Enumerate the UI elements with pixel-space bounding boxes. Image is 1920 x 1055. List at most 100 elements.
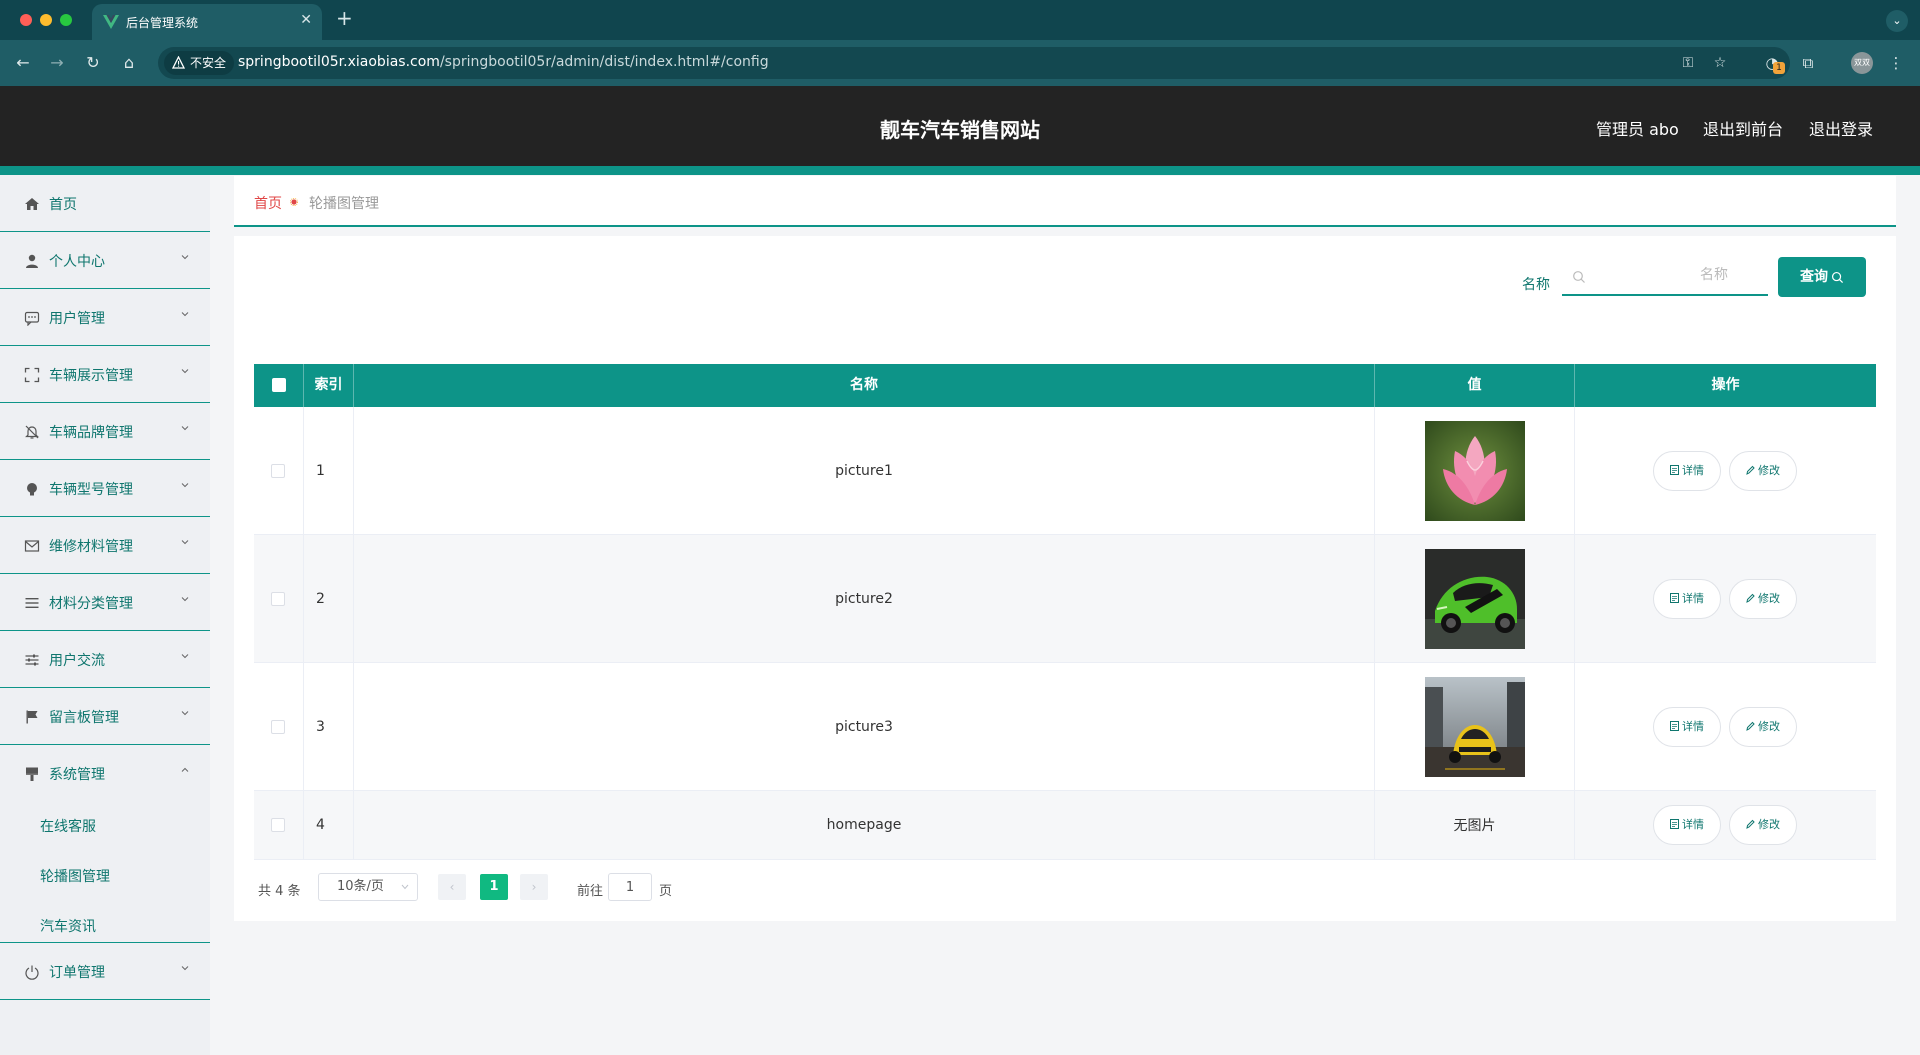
chevron-down-icon — [181, 369, 189, 374]
sidebar-item-message-board[interactable]: 留言板管理 — [0, 688, 210, 745]
edit-icon — [1746, 721, 1755, 731]
chevron-up-icon — [181, 767, 189, 772]
submenu-online-service[interactable]: 在线客服 — [40, 816, 96, 836]
select-all-checkbox[interactable] — [272, 378, 286, 392]
app-header: 靓车汽车销售网站 管理员 abo 退出到前台 退出登录 — [0, 86, 1920, 166]
green-car-thumbnail-image — [1424, 548, 1525, 649]
vue-logo-icon — [103, 15, 119, 29]
edit-button-label: 修改 — [1758, 818, 1780, 831]
query-button[interactable]: 查询 — [1778, 257, 1866, 297]
browser-tab[interactable]: 后台管理系统 ✕ — [92, 4, 322, 40]
page-size-select[interactable]: 10条/页 — [318, 873, 418, 901]
window-maximize-button[interactable] — [60, 14, 72, 26]
row-index: 2 — [316, 590, 325, 607]
bookmark-star-icon[interactable]: ☆ — [1710, 53, 1730, 73]
sidebar-item-material-category[interactable]: 材料分类管理 — [0, 574, 210, 631]
key-icon[interactable]: ⚿ — [1678, 53, 1698, 73]
row-select-cell — [254, 407, 304, 534]
detail-button[interactable]: 详情 — [1653, 805, 1721, 845]
sidebar-item-home[interactable]: 首页 — [0, 175, 210, 232]
search-label: 名称 — [1522, 277, 1550, 293]
sidebar-item-label: 车辆品牌管理 — [49, 425, 133, 441]
sidebar-item-system[interactable]: 系统管理 在线客服 轮播图管理 汽车资讯 — [0, 745, 210, 943]
row-checkbox[interactable] — [271, 591, 285, 606]
prev-page-button[interactable]: ‹ — [438, 874, 466, 900]
edit-button[interactable]: 修改 — [1729, 706, 1797, 747]
home-icon[interactable]: ⌂ — [118, 52, 140, 74]
extension-icon[interactable]: ◔ 1 — [1761, 52, 1785, 74]
document-icon — [1670, 592, 1679, 603]
name-cell: picture3 — [354, 663, 1375, 790]
url-box[interactable]: 不安全 springbootil05r.xiaobias.com/springb… — [158, 47, 1790, 79]
main-content: 名称 查询 索引 名称 值 操作 1 picture1 — [234, 236, 1896, 921]
edit-button[interactable]: 修改 — [1729, 578, 1797, 619]
column-header-name: 名称 — [354, 364, 1375, 407]
next-page-button[interactable]: › — [520, 874, 548, 900]
window-close-button[interactable] — [20, 14, 32, 26]
sidebar-item-users[interactable]: 用户管理 — [0, 289, 210, 346]
back-icon[interactable]: ← — [12, 52, 34, 74]
insecure-badge[interactable]: 不安全 — [164, 51, 235, 75]
browser-address-bar: ← → ↻ ⌂ 不安全 springbootil05r.xiaobias.com… — [0, 40, 1920, 86]
sidebar-item-user-exchange[interactable]: 用户交流 — [0, 631, 210, 688]
forward-icon[interactable]: → — [46, 52, 68, 74]
tab-close-icon[interactable]: ✕ — [300, 12, 312, 28]
chevron-down-icon — [181, 597, 189, 602]
sidebar-item-vehicle-model[interactable]: 车辆型号管理 — [0, 460, 210, 517]
query-button-label: 查询 — [1800, 269, 1828, 285]
puzzle-icon[interactable]: ⧉ — [1797, 52, 1819, 74]
new-tab-icon[interactable]: + — [336, 8, 353, 28]
bell-off-icon — [25, 425, 39, 439]
edit-button[interactable]: 修改 — [1729, 450, 1797, 491]
sidebar-item-repair-materials[interactable]: 维修材料管理 — [0, 517, 210, 574]
detail-button-label: 详情 — [1682, 591, 1704, 605]
goto-page-input[interactable] — [608, 873, 652, 901]
window-minimize-button[interactable] — [40, 14, 52, 26]
edit-button-label: 修改 — [1758, 463, 1780, 477]
browser-menu-icon[interactable]: ⋮ — [1885, 52, 1907, 74]
row-index: 3 — [316, 718, 325, 735]
back-to-front-link[interactable]: 退出到前台 — [1703, 116, 1783, 140]
profile-avatar[interactable]: 双双 — [1851, 52, 1873, 74]
row-name: homepage — [826, 817, 902, 833]
sidebar-item-orders[interactable]: 订单管理 — [0, 943, 210, 1000]
url-text[interactable]: springbootil05r.xiaobias.com/springbooti… — [238, 54, 769, 70]
reload-icon[interactable]: ↻ — [82, 52, 104, 74]
sidebar-item-vehicle-brand[interactable]: 车辆品牌管理 — [0, 403, 210, 460]
header-accent-line — [0, 166, 1920, 175]
warning-icon — [172, 56, 185, 69]
name-cell: homepage — [354, 791, 1375, 859]
row-index: 4 — [316, 817, 325, 833]
row-checkbox[interactable] — [271, 463, 285, 478]
chevron-down-icon — [401, 884, 409, 890]
detail-button[interactable]: 详情 — [1653, 578, 1721, 619]
sidebar-item-personal[interactable]: 个人中心 — [0, 232, 210, 289]
detail-button[interactable]: 详情 — [1653, 450, 1721, 491]
breadcrumb-current: 轮播图管理 — [309, 196, 379, 212]
submenu-carousel-management[interactable]: 轮播图管理 — [40, 866, 110, 886]
breadcrumb-home[interactable]: 首页 — [254, 193, 282, 213]
edit-icon — [1746, 819, 1755, 829]
column-header-index: 索引 — [304, 364, 354, 407]
detail-button[interactable]: 详情 — [1653, 706, 1721, 747]
table-row: 2 picture2 详情 修改 — [254, 535, 1876, 663]
yellow-car-thumbnail-image — [1424, 676, 1525, 777]
row-checkbox[interactable] — [271, 818, 285, 832]
value-cell — [1375, 407, 1575, 534]
sidebar-item-vehicle-display[interactable]: 车辆展示管理 — [0, 346, 210, 403]
search-input[interactable] — [1562, 256, 1768, 296]
tab-search-icon[interactable]: ⌄ — [1886, 10, 1908, 32]
submenu-car-news[interactable]: 汽车资讯 — [40, 916, 96, 936]
actions-cell: 详情 修改 — [1575, 535, 1876, 662]
edit-button[interactable]: 修改 — [1729, 805, 1797, 845]
detail-button-label: 详情 — [1682, 818, 1704, 831]
name-cell: picture2 — [354, 535, 1375, 662]
sidebar-item-label: 首页 — [49, 197, 77, 213]
sidebar: 首页 个人中心 用户管理 车辆展示管理 车辆品牌管理 车辆型号管理 维修材料管理… — [0, 175, 210, 1055]
row-checkbox[interactable] — [271, 719, 285, 734]
page-1-button[interactable]: 1 — [480, 874, 508, 900]
logout-link[interactable]: 退出登录 — [1809, 116, 1873, 140]
chevron-down-icon — [181, 312, 189, 317]
url-path: /springbootil05r/admin/dist/index.html#/… — [439, 54, 769, 70]
actions-cell: 详情 修改 — [1575, 407, 1876, 534]
